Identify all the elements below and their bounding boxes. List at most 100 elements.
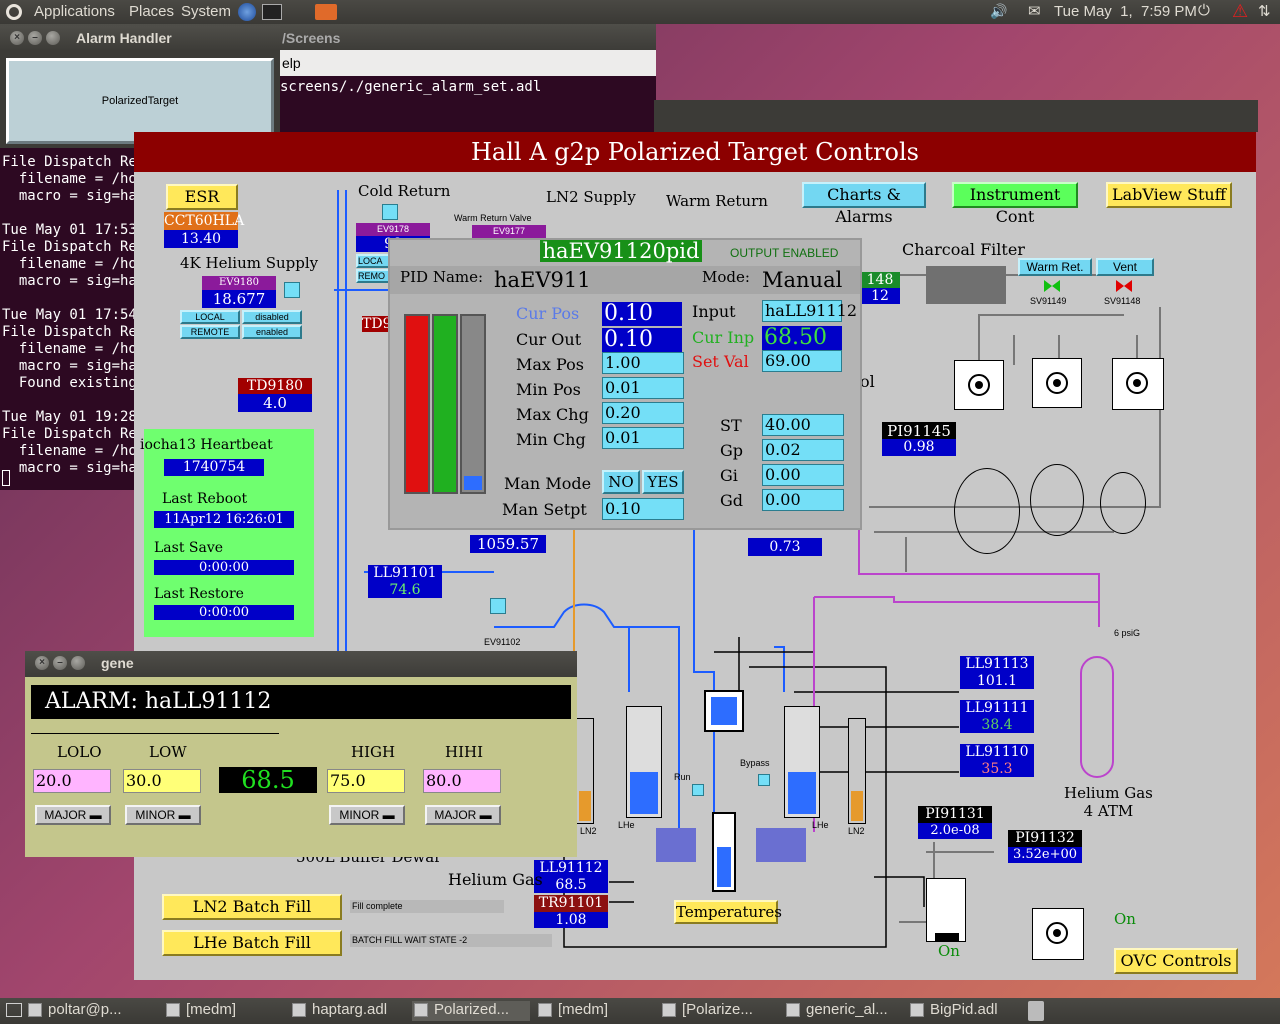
volume-icon[interactable]: 🔊 xyxy=(990,3,1007,20)
gi-input[interactable]: 0.00 xyxy=(762,464,844,486)
alarm-handler-window[interactable]: × – Alarm Handler PolarizedTarget xyxy=(0,26,280,148)
low-severity-value: MINOR xyxy=(135,808,176,822)
clock[interactable]: Tue May 1, 7:59 PM xyxy=(1054,3,1197,20)
ovc-controls-button[interactable]: OVC Controls xyxy=(1114,948,1238,974)
mail-icon[interactable]: ✉ xyxy=(1028,2,1041,20)
current-value: 68.5 xyxy=(219,767,317,793)
terminal-help-menu[interactable]: elp xyxy=(282,55,301,71)
st-input[interactable]: 40.00 xyxy=(762,414,844,436)
ubuntu-logo-icon[interactable] xyxy=(6,4,22,20)
terminal-line: Tue May 01 17:53: xyxy=(2,222,146,238)
ev9178-local-button[interactable]: LOCA xyxy=(356,254,392,268)
warm-ret-button[interactable]: Warm Ret. xyxy=(1018,258,1092,276)
menu-system[interactable]: System xyxy=(181,3,231,20)
lhe-batch-fill-button[interactable]: LHe Batch Fill xyxy=(162,930,342,956)
turbo-pump xyxy=(926,878,966,942)
ev9180-local-button[interactable]: LOCAL xyxy=(180,310,240,324)
pump-2[interactable] xyxy=(1032,358,1082,408)
browser-icon[interactable] xyxy=(238,3,256,21)
labview-stuff-button[interactable]: LabView Stuff xyxy=(1106,182,1232,208)
gp-input[interactable]: 0.02 xyxy=(762,439,844,461)
set-val-input[interactable]: 69.00 xyxy=(762,350,842,372)
alarm-popup-title: gene xyxy=(101,655,134,671)
terminal-line: filename = /hom xyxy=(2,341,146,357)
man-mode-yes-button[interactable]: YES xyxy=(642,470,684,494)
ev9177-label: EV9177 xyxy=(472,225,546,238)
maximize-icon[interactable] xyxy=(71,656,85,670)
input-pv-input[interactable]: haLL91112 xyxy=(762,300,857,322)
temperatures-button[interactable]: Temperatures xyxy=(674,900,782,924)
run-popup-icon[interactable] xyxy=(692,784,704,796)
window-icon xyxy=(28,1003,42,1017)
minimize-icon[interactable]: – xyxy=(53,656,67,670)
charts-alarms-button[interactable]: Charts & Alarms xyxy=(802,182,926,226)
low-severity-menu[interactable]: MINOR ▬ xyxy=(125,805,201,825)
cct60hla-label: CCT60HLA xyxy=(164,212,245,230)
ev9178-remote-button[interactable]: REMO xyxy=(356,269,392,283)
man-mode-no-button[interactable]: NO xyxy=(602,470,640,494)
max-pos-input[interactable]: 1.00 xyxy=(602,352,684,374)
max-chg-input[interactable]: 0.20 xyxy=(602,402,684,424)
menu-places[interactable]: Places xyxy=(129,3,174,20)
ev9178-popup-icon[interactable] xyxy=(382,204,398,220)
taskbar-item[interactable]: BigPid.adl xyxy=(908,1001,1018,1021)
taskbar-item-label: [medm] xyxy=(186,1001,237,1018)
cur-inp-value: 68.50 xyxy=(762,326,842,350)
min-chg-label: Min Chg xyxy=(516,430,586,449)
sv91149-valve-icon[interactable] xyxy=(1044,280,1060,292)
pid-window[interactable]: haEV91120pid OUTPUT ENABLED PID Name: ha… xyxy=(388,238,862,530)
instrument-cont-button[interactable]: Instrument Cont xyxy=(952,182,1078,226)
esr-button[interactable]: ESR xyxy=(166,184,238,210)
ev9180-remote-button[interactable]: REMOTE xyxy=(180,325,240,339)
power-icon[interactable]: ⏻ xyxy=(1198,2,1210,19)
folder-icon[interactable] xyxy=(315,4,337,20)
lolo-severity-value: MAJOR xyxy=(44,808,87,822)
alarm-handler-titlebar[interactable]: × – Alarm Handler xyxy=(0,26,280,50)
network-icon[interactable]: ⇅ xyxy=(1258,2,1271,20)
high-input[interactable]: 75.0 xyxy=(327,769,405,793)
alarm-popup-window[interactable]: × – gene ALARM: haLL91112 LOLO LOW HIGH … xyxy=(25,651,577,857)
window-icon xyxy=(786,1003,800,1017)
terminal-path-line: screens/./generic_alarm_set.adl xyxy=(280,79,542,95)
menu-applications[interactable]: Applications xyxy=(34,3,115,20)
hihi-severity-menu[interactable]: MAJOR ▬ xyxy=(425,805,501,825)
trash-icon[interactable] xyxy=(1028,1001,1044,1021)
taskbar-item[interactable]: poltar@p... xyxy=(26,1001,156,1021)
ln2-batch-fill-button[interactable]: LN2 Batch Fill xyxy=(162,894,342,920)
gd-input[interactable]: 0.00 xyxy=(762,489,844,511)
low-input[interactable]: 30.0 xyxy=(123,769,201,793)
lolo-severity-menu[interactable]: MAJOR ▬ xyxy=(35,805,111,825)
minimize-icon[interactable]: – xyxy=(28,31,42,45)
taskbar-item[interactable]: [Polarize... xyxy=(660,1001,778,1021)
pump-3[interactable] xyxy=(1112,358,1164,410)
min-chg-input[interactable]: 0.01 xyxy=(602,427,684,449)
lolo-input[interactable]: 20.0 xyxy=(33,769,111,793)
window-icon xyxy=(538,1003,552,1017)
taskbar-item[interactable]: haptarg.adl xyxy=(290,1001,406,1021)
close-icon[interactable]: × xyxy=(10,31,24,45)
close-icon[interactable]: × xyxy=(35,656,49,670)
taskbar-item[interactable]: [medm] xyxy=(536,1001,654,1021)
pump-1[interactable] xyxy=(954,360,1004,410)
taskbar-item[interactable]: [medm] xyxy=(164,1001,282,1021)
sv91148-valve-icon[interactable] xyxy=(1116,280,1132,292)
bypass-popup-icon[interactable] xyxy=(758,774,770,786)
ovc-pump[interactable] xyxy=(1032,908,1084,960)
ev91102-popup-icon[interactable] xyxy=(490,598,506,614)
ll91101-value: 74.6 xyxy=(368,582,442,598)
min-pos-input[interactable]: 0.01 xyxy=(602,377,684,399)
hihi-input[interactable]: 80.0 xyxy=(423,769,501,793)
taskbar-item[interactable]: Polarized... xyxy=(412,1001,530,1021)
vent-button[interactable]: Vent xyxy=(1096,258,1154,276)
taskbar-item[interactable]: generic_al... xyxy=(784,1001,902,1021)
high-severity-menu[interactable]: MINOR ▬ xyxy=(329,805,405,825)
ev9180-popup-icon[interactable] xyxy=(284,282,300,298)
warning-icon[interactable]: ⚠ xyxy=(1232,1,1248,22)
man-setpt-input[interactable]: 0.10 xyxy=(602,498,684,520)
mode-value: Manual xyxy=(762,268,843,292)
heartbeat-title: iocha13 Heartbeat xyxy=(140,437,273,453)
show-desktop-icon[interactable] xyxy=(6,1003,22,1017)
terminal-launcher-icon[interactable] xyxy=(262,4,282,20)
alarm-popup-titlebar[interactable]: × – gene xyxy=(25,651,577,677)
maximize-icon[interactable] xyxy=(46,31,60,45)
